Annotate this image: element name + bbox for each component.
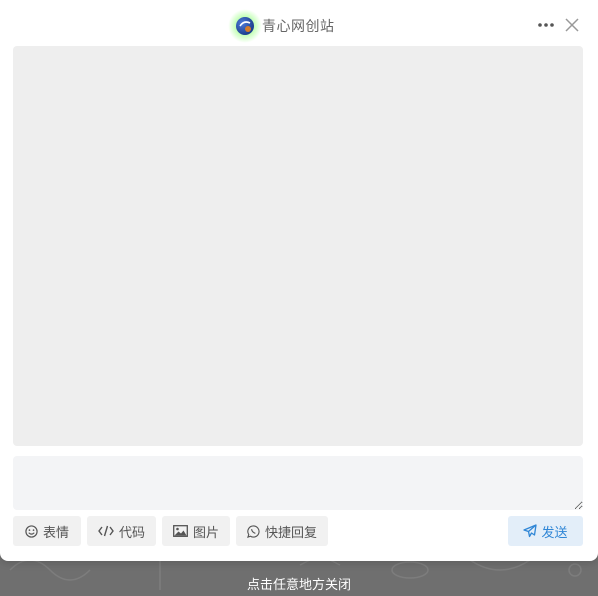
more-horizontal-icon[interactable] (535, 14, 557, 36)
brand: 青心网创站 (228, 9, 335, 43)
chat-messages-area[interactable] (13, 46, 583, 446)
message-input[interactable] (13, 456, 583, 510)
modal-header: 青心网创站 (0, 0, 598, 46)
image-icon (173, 525, 188, 537)
close-hint[interactable]: 点击任意地方关闭 (0, 574, 598, 593)
whatsapp-icon (247, 524, 260, 538)
send-label: 发送 (541, 525, 568, 541)
paper-plane-icon (523, 524, 538, 538)
emoji-button[interactable]: 表情 (13, 516, 81, 546)
image-label: 图片 (192, 525, 219, 541)
image-button[interactable]: 图片 (162, 516, 230, 546)
smile-icon (25, 524, 38, 538)
site-logo-icon (228, 9, 262, 43)
chat-modal: 青心网创站 表情 代码 图片 快捷回复 发送 (0, 0, 598, 561)
brand-name: 青心网创站 (262, 19, 335, 35)
code-button[interactable]: 代码 (87, 516, 156, 546)
send-button[interactable]: 发送 (508, 516, 583, 546)
code-icon (98, 525, 114, 537)
emoji-label: 表情 (42, 525, 69, 541)
code-label: 代码 (118, 525, 145, 541)
close-icon[interactable] (563, 15, 581, 35)
quick-reply-label: 快捷回复 (264, 525, 317, 541)
quick-reply-button[interactable]: 快捷回复 (236, 516, 328, 546)
